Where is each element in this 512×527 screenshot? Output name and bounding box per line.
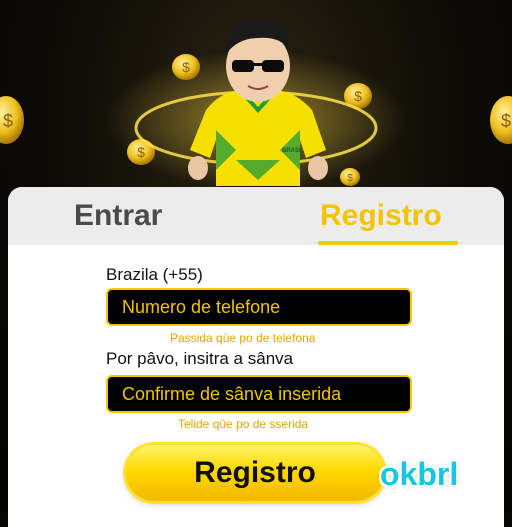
gold-coin-icon: $: [490, 96, 512, 144]
country-code-label: Brazila (+55): [106, 265, 203, 284]
svg-text:$: $: [182, 59, 190, 75]
password-label: Por pâvo, insitra a sânva: [106, 349, 294, 368]
register-submit-button[interactable]: Registro: [126, 445, 384, 501]
gold-coin-icon: $: [127, 139, 155, 165]
svg-text:$: $: [347, 173, 353, 184]
gold-coin-icon: $: [0, 96, 24, 144]
brand-logo: okbrl: [380, 456, 459, 492]
svg-text:$: $: [137, 144, 145, 160]
tab-bar: Entrar Registro: [8, 187, 504, 245]
svg-text:BRASIL: BRASIL: [282, 148, 305, 154]
password-confirm-input[interactable]: Confirme de sânva inserida: [106, 375, 412, 413]
active-tab-indicator: [318, 241, 458, 245]
password-hint: Telide qûe po de sserida: [178, 417, 309, 431]
svg-text:$: $: [501, 111, 511, 131]
phone-input[interactable]: Numero de telefone: [106, 288, 412, 326]
tab-login[interactable]: Entrar: [74, 199, 162, 233]
tab-register[interactable]: Registro: [320, 199, 442, 233]
phone-hint: Passida qûe po de telefona: [170, 331, 316, 345]
svg-text:$: $: [3, 111, 13, 131]
gold-coin-icon: $: [340, 168, 360, 186]
gold-coin-icon: $: [172, 54, 200, 80]
svg-text:$: $: [354, 88, 362, 104]
